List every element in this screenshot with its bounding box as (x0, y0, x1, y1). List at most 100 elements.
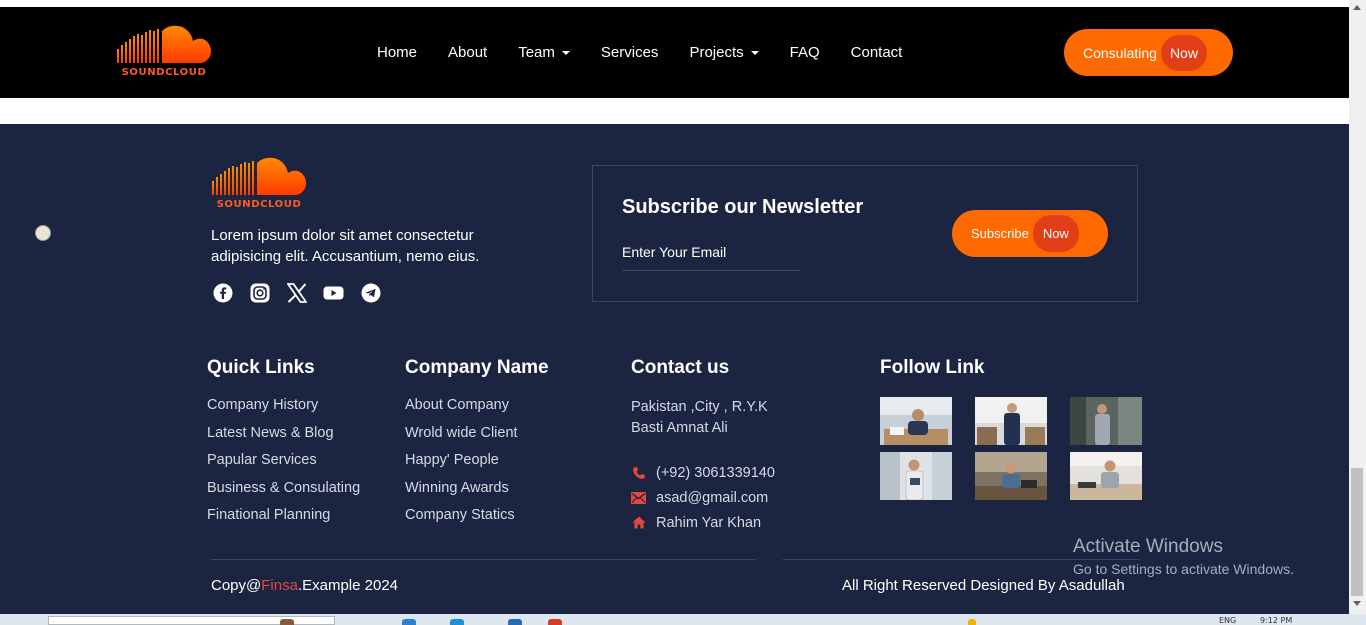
telegram-icon[interactable] (360, 282, 381, 303)
company-title: Company Name (405, 357, 549, 378)
taskbar-tray-icon[interactable] (968, 619, 976, 625)
footer-logo-text: SOUNDCLOUD (216, 199, 302, 210)
email-text: asad@gmail.com (656, 489, 769, 506)
vertical-scrollbar[interactable] (1349, 0, 1366, 614)
nav-about-label: About (448, 44, 488, 61)
header-logo-text: SOUNDCLOUD (121, 67, 207, 78)
nav-home-label: Home (377, 44, 418, 61)
taskbar-clock[interactable]: 9:12 PM (1260, 616, 1292, 625)
quick-link-item[interactable]: Finational Planning (207, 507, 360, 535)
floating-dot (35, 225, 51, 241)
instagram-icon[interactable] (249, 282, 270, 303)
scrollbar-thumb[interactable] (1351, 468, 1363, 596)
contact-phone[interactable]: (+92) 3061339140 (631, 460, 775, 485)
soundcloud-logo-icon (212, 157, 306, 195)
nav-contact-label: Contact (850, 44, 903, 61)
taskbar-app-icon[interactable] (508, 619, 522, 625)
phone-text: (+92) 3061339140 (656, 464, 775, 481)
consulting-now-button[interactable]: Consulating Now (1064, 29, 1233, 76)
contact-email[interactable]: asad@gmail.com (631, 485, 775, 510)
rights-text: All Right Reserved Designed By Asadullah (842, 577, 1125, 594)
nav-home[interactable]: Home (377, 44, 417, 61)
social-links (212, 282, 397, 303)
address-line-1: Pakistan ,City , R.Y.K (631, 399, 768, 415)
phone-icon (631, 465, 646, 480)
subscribe-label: Subscribe (971, 226, 1029, 241)
copyright-brand: Finsa (261, 577, 298, 594)
nav-projects-label: Projects (689, 44, 744, 61)
taskbar-app-icon[interactable] (402, 619, 416, 625)
email-field[interactable] (622, 234, 800, 271)
nav-team-dropdown[interactable]: Team (518, 44, 570, 61)
nav-about[interactable]: About (448, 44, 487, 61)
contact-list: (+92) 3061339140 asad@gmail.com Rahim Ya… (631, 460, 775, 535)
home-icon (631, 515, 646, 530)
main-nav: Home About Team Services Projects FAQ Co… (377, 7, 933, 98)
company-link-item[interactable]: Happy' People (405, 452, 518, 480)
page: SOUNDCLOUD Home About Team Services Proj… (0, 0, 1366, 625)
copyright-prefix: Copy@ (211, 577, 262, 594)
watermark-title: Activate Windows (1073, 536, 1223, 557)
contact-address: Pakistan ,City , R.Y.K Basti Amnat Ali (631, 397, 768, 439)
newsletter-title: Subscribe our Newsletter (622, 196, 864, 218)
nav-contact[interactable]: Contact (851, 44, 903, 61)
facebook-icon[interactable] (212, 282, 233, 303)
office-photo-thumb[interactable] (880, 397, 952, 445)
office-photo-thumb[interactable] (1070, 397, 1142, 445)
scroll-up-arrow-icon[interactable] (1353, 5, 1361, 10)
nav-faq[interactable]: FAQ (790, 44, 820, 61)
company-link-item[interactable]: About Company (405, 397, 518, 425)
consulting-now-badge: Now (1160, 34, 1207, 71)
office-photo-thumb[interactable] (1070, 452, 1142, 500)
taskbar-browser-icon[interactable] (548, 619, 562, 625)
nav-services-label: Services (600, 44, 659, 61)
activate-windows-watermark: Activate Windows Go to Settings to activ… (1073, 536, 1294, 577)
caret-down-icon (750, 50, 759, 55)
office-photo-thumb[interactable] (975, 397, 1047, 445)
caret-down-icon (561, 50, 570, 55)
follow-gallery (880, 397, 1142, 500)
nav-team-label: Team (518, 44, 555, 61)
quick-links-title: Quick Links (207, 357, 315, 378)
taskbar-app-icon[interactable] (450, 619, 464, 625)
footer: SOUNDCLOUD Lorem ipsum dolor sit amet co… (0, 124, 1349, 614)
nav-faq-label: FAQ (789, 44, 820, 61)
top-strip (0, 0, 1349, 7)
company-link-item[interactable]: Wrold wide Client (405, 425, 518, 453)
soundcloud-logo-icon (117, 25, 211, 63)
navbar: SOUNDCLOUD Home About Team Services Proj… (0, 7, 1349, 98)
company-link-item[interactable]: Company Statics (405, 507, 518, 535)
taskbar-weather-icon[interactable] (280, 619, 294, 625)
subscribe-now-badge: Now (1032, 215, 1079, 252)
youtube-icon[interactable] (323, 282, 344, 303)
x-icon[interactable] (286, 282, 307, 303)
taskbar-language[interactable]: ENG (1219, 616, 1236, 625)
newsletter-box: Subscribe our Newsletter Subscribe Now (592, 165, 1138, 302)
watermark-subtitle: Go to Settings to activate Windows. (1073, 561, 1294, 577)
office-photo-thumb[interactable] (880, 452, 952, 500)
copyright-suffix: .Example 2024 (297, 577, 399, 594)
quick-link-item[interactable]: Business & Consulating (207, 480, 360, 508)
copyright-text: Copy@Finsa.Example 2024 (211, 577, 398, 594)
section-gap (0, 98, 1349, 124)
nav-projects-dropdown[interactable]: Projects (689, 44, 759, 61)
contact-location[interactable]: Rahim Yar Khan (631, 510, 775, 535)
nav-services[interactable]: Services (601, 44, 659, 61)
subscribe-now-button[interactable]: Subscribe Now (952, 210, 1108, 257)
contact-title: Contact us (631, 357, 730, 378)
company-link-item[interactable]: Winning Awards (405, 480, 518, 508)
company-links-list: About Company Wrold wide Client Happy' P… (405, 397, 518, 535)
scroll-down-arrow-icon[interactable] (1353, 601, 1361, 606)
location-text: Rahim Yar Khan (656, 514, 762, 531)
office-photo-thumb[interactable] (975, 452, 1047, 500)
consulting-label: Consulating (1083, 44, 1157, 61)
quick-link-item[interactable]: Papular Services (207, 452, 360, 480)
follow-title: Follow Link (880, 357, 985, 378)
header-logo[interactable]: SOUNDCLOUD (116, 25, 212, 81)
footer-about-text: Lorem ipsum dolor sit amet consectetur a… (211, 227, 480, 265)
taskbar: ENG 9:12 PM (0, 614, 1366, 625)
address-line-2: Basti Amnat Ali (631, 420, 728, 436)
footer-logo[interactable]: SOUNDCLOUD (211, 157, 307, 213)
quick-link-item[interactable]: Latest News & Blog (207, 425, 360, 453)
quick-link-item[interactable]: Company History (207, 397, 360, 425)
